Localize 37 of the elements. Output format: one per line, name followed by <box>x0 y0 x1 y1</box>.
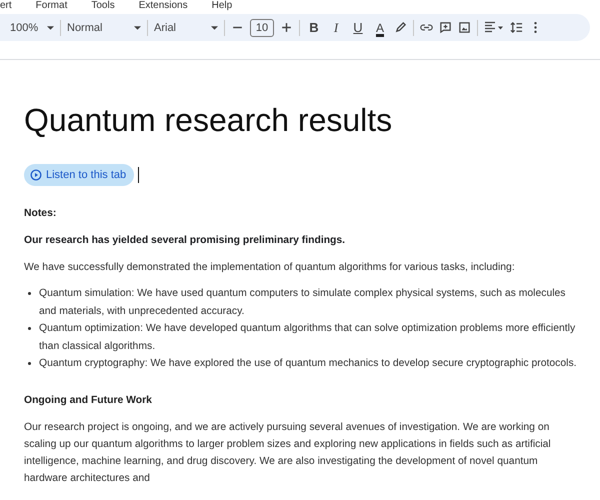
listen-button[interactable]: Listen to this tab <box>24 164 134 186</box>
plus-icon[interactable] <box>280 21 293 34</box>
list-item: Quantum simulation: We have used quantum computers to simulate complex physical systems, such as molecules and materials, with unprecedented accuracy. <box>39 287 567 318</box>
bullet-icon <box>28 327 31 330</box>
bold-paragraph: Our research has yielded several promising preliminary findings. <box>24 234 346 248</box>
underline-button[interactable]: U <box>350 18 366 36</box>
paragraph: Our research project is ongoing, and we are actively pursuing several avenues of investigation. We are working on scaling up our quantum algorithms to larger problem sizes and exploring new applications in fields such as artificial intelligence, machine learning, and drug discovery. We are also investigating the development of novel quantum hardware architectures and <box>24 420 552 486</box>
font-dropdown[interactable]: Arial <box>154 18 218 38</box>
zoom-dropdown[interactable]: 100% <box>10 18 54 38</box>
italic-button[interactable]: I <box>328 18 344 36</box>
font-size-field[interactable]: 10 <box>250 18 274 36</box>
caret-icon <box>47 26 54 30</box>
caret-icon <box>134 26 141 30</box>
paragraph: We have successfully demonstrated the implementation of quantum algorithms for various tasks, including: <box>24 261 516 275</box>
menu-item[interactable]: Help <box>212 0 232 13</box>
line-spacing-icon[interactable] <box>510 21 523 34</box>
highlighter-icon[interactable] <box>394 21 407 34</box>
caret-icon <box>211 26 218 30</box>
color-button[interactable]: A <box>372 18 388 36</box>
play-icon <box>30 169 42 181</box>
list-item: Quantum cryptography: We have explored the use of quantum mechanics to develop secure cryptographic protocols. <box>39 357 578 371</box>
menu-item[interactable]: Tools <box>91 0 115 13</box>
menu-item[interactable]: Extensions <box>138 0 188 13</box>
menu-item[interactable]: Format <box>36 0 68 13</box>
section-heading: Notes: <box>24 207 58 221</box>
bullet-icon <box>28 362 31 365</box>
align-icon[interactable] <box>484 21 504 34</box>
text-cursor <box>138 167 140 183</box>
section-heading: Ongoing and Future Work <box>24 394 153 408</box>
image-icon[interactable] <box>458 21 471 34</box>
bullet-icon <box>28 292 31 295</box>
document-title: Quantum research results <box>24 101 394 140</box>
style-dropdown[interactable]: Normal <box>67 18 141 38</box>
bold-button[interactable]: B <box>306 18 322 36</box>
menu-item[interactable]: ert <box>0 0 12 13</box>
list-item: Quantum optimization: We have developed quantum algorithms that can solve optimization problems more efficiently than classical algorithms. <box>39 322 576 354</box>
add-comment-icon[interactable] <box>439 21 452 34</box>
